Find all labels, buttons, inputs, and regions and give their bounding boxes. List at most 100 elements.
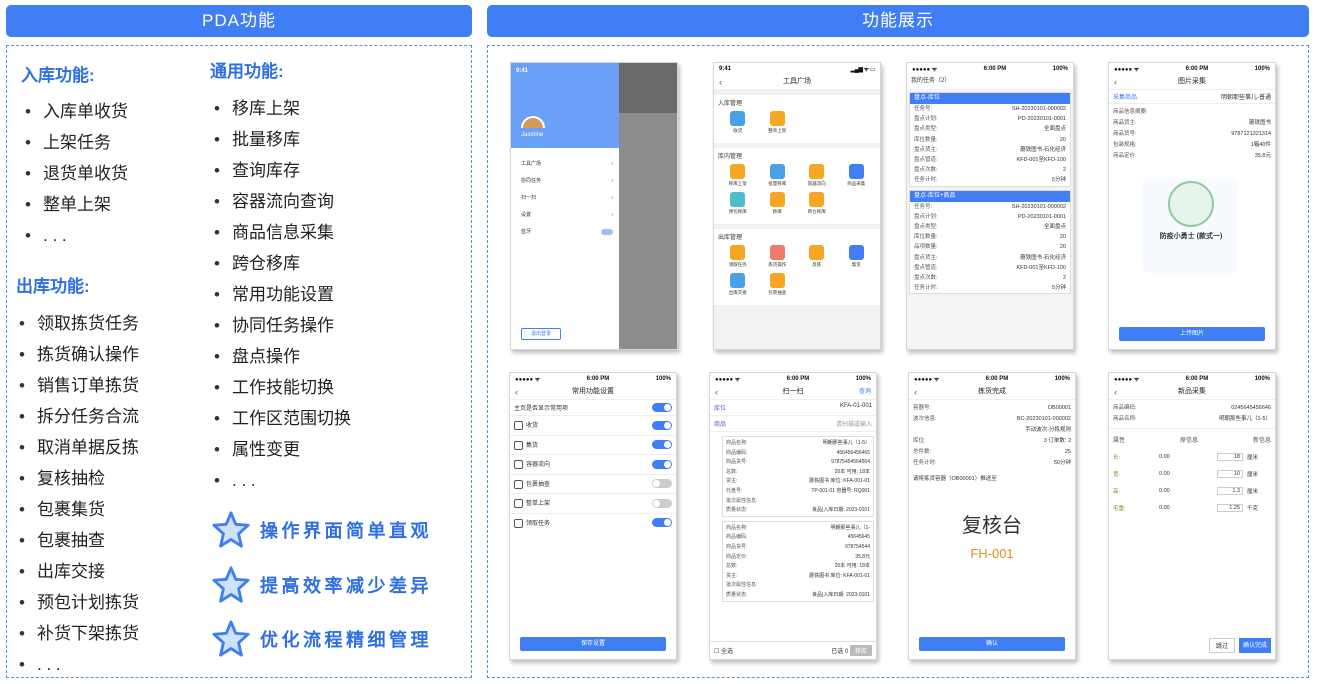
back-icon[interactable]: ‹ bbox=[1114, 384, 1117, 400]
goods-field[interactable]: 商品 请扫描或输入 bbox=[710, 416, 876, 432]
field-label: 品项数量: bbox=[914, 244, 938, 251]
field-value: SH-20230101-000002 bbox=[1011, 106, 1066, 112]
feature-item: 盘点操作 bbox=[210, 341, 351, 372]
feature-item: . . . bbox=[15, 649, 139, 680]
location-field[interactable]: 库位 KFA-01-001 bbox=[710, 400, 876, 416]
attr-new[interactable]: 1.25 bbox=[1217, 503, 1243, 512]
menu-item[interactable]: 协同任务 › bbox=[511, 173, 619, 190]
task-card-header: 盘点-库位 bbox=[910, 93, 1070, 104]
query-link[interactable]: 查询 bbox=[859, 384, 871, 400]
field-value: KFD-001至KFD-100 bbox=[1016, 157, 1066, 164]
capture-tab[interactable]: 采集商品 明朝那些事儿-普通 bbox=[1109, 90, 1275, 104]
menu-item[interactable]: 扫一扫 › bbox=[511, 190, 619, 207]
item-field: 商品货号: 97875454564564 bbox=[723, 458, 873, 468]
page-title: 我的任务（2） bbox=[911, 78, 951, 84]
toggle[interactable] bbox=[652, 440, 672, 450]
settings-item: 包裹抽查 bbox=[510, 473, 676, 494]
settings-item: 领取任务 bbox=[510, 512, 676, 533]
info-field: 波次信息: BC-20230101-000002 bbox=[909, 414, 1075, 425]
back-icon[interactable]: ‹ bbox=[715, 384, 718, 400]
attr-new[interactable]: 18 bbox=[1217, 452, 1243, 461]
back-icon[interactable]: ‹ bbox=[914, 384, 917, 400]
field-value: 2 bbox=[1062, 167, 1066, 174]
attr-new[interactable]: 10 bbox=[1217, 469, 1243, 478]
menu-item[interactable]: 设置 › bbox=[511, 207, 619, 224]
attr-new[interactable]: 1.3 bbox=[1217, 486, 1243, 495]
toggle[interactable] bbox=[652, 518, 672, 528]
tool-item[interactable]: 商品采集 bbox=[837, 164, 877, 187]
item-field: 商品名称: 明朝那些事儿（1-5） bbox=[723, 439, 873, 449]
select-all-checkbox[interactable]: ☐ 全选 bbox=[714, 646, 733, 655]
field-value: 20本 可用: 18本 bbox=[834, 468, 870, 475]
toggle[interactable] bbox=[652, 498, 672, 508]
back-icon[interactable]: ‹ bbox=[515, 384, 518, 400]
upload-button[interactable]: 上传图片 bbox=[1119, 327, 1265, 341]
task-card[interactable]: 盘点-库位+商品 任务号: SH-20230101-000002 盘点计划: PD-20… bbox=[909, 189, 1071, 295]
confirm-button[interactable]: 确认 bbox=[919, 637, 1065, 651]
item-field: 托盘号: TP-001-01 容器号: RQ001 bbox=[723, 487, 873, 497]
tool-item[interactable]: 容器流向 bbox=[797, 164, 837, 187]
tool-item[interactable]: 集货 bbox=[837, 245, 877, 268]
tool-item[interactable]: 拣货操作 bbox=[758, 245, 798, 268]
tool-item[interactable]: 包裹抽查 bbox=[758, 273, 798, 296]
tool-label: 整单上架 bbox=[768, 128, 787, 133]
toggle[interactable] bbox=[601, 229, 613, 235]
tool-item[interactable]: 整单上架 bbox=[758, 111, 798, 134]
badge-caption: 防疫小勇士 (款式一) bbox=[1159, 233, 1223, 240]
item-icon bbox=[514, 460, 523, 470]
tool-item[interactable]: 移库 bbox=[758, 192, 798, 215]
task-field: 盘点计划: PD-20230101-0001 bbox=[910, 212, 1070, 222]
tool-item[interactable]: 反拣 bbox=[797, 245, 837, 268]
settings-item-label: 集货 bbox=[514, 440, 538, 450]
field-value: 5分钟 bbox=[1051, 285, 1066, 292]
done-button[interactable]: 确认完成 bbox=[1238, 638, 1271, 653]
tool-item[interactable]: 跨仓移库 bbox=[797, 192, 837, 215]
logout-button[interactable]: 退出登录 bbox=[521, 328, 561, 340]
menu-item[interactable]: 蓝牙 bbox=[511, 224, 619, 241]
settings-item-label: 领取任务 bbox=[514, 518, 550, 528]
skip-button[interactable]: 跳过 bbox=[1208, 638, 1235, 653]
field-label: 任务号: bbox=[914, 106, 933, 112]
back-icon[interactable]: ‹ bbox=[1114, 74, 1117, 90]
main-toggle[interactable] bbox=[652, 403, 672, 412]
menu-item[interactable]: 工具广场 › bbox=[511, 156, 619, 173]
toggle[interactable] bbox=[652, 420, 672, 430]
toggle[interactable] bbox=[652, 459, 672, 469]
drawer-menu: 工具广场 › 协同任务 › 扫一扫 › 设置 › 蓝牙 bbox=[511, 148, 619, 241]
tool-item[interactable]: 出库交接 bbox=[718, 273, 758, 296]
tool-icon bbox=[769, 164, 785, 179]
chevron-right-icon: › bbox=[611, 178, 613, 184]
feature-text: 优化流程精细管理 bbox=[260, 630, 432, 650]
move-button[interactable]: 移库 bbox=[849, 645, 872, 656]
tool-item[interactable]: 收货 bbox=[718, 111, 758, 134]
task-card[interactable]: 盘点-库位 任务号: SH-20230101-000002 盘点计划: PD-20230… bbox=[909, 92, 1071, 187]
outbound-title: 出库功能: bbox=[16, 277, 90, 296]
goods-info: 商品信息摘要: 商品货主: 蘑铁图书 商品货号: 9787121321314 包装规格: 1… bbox=[1109, 104, 1275, 162]
scan-item[interactable]: 商品名称: 明朝那些事儿（1- 商品编码: 45645645 商品货号: 97875454… bbox=[722, 520, 874, 602]
attr-unit: 千克 bbox=[1247, 505, 1259, 512]
info-field: 商品货主: 蘑铁图书 bbox=[1109, 118, 1275, 129]
tool-label: 商品采集 bbox=[847, 181, 866, 186]
field-label: 盘点货主: bbox=[914, 254, 938, 261]
back-icon[interactable]: ‹ bbox=[719, 74, 722, 90]
tool-item[interactable]: 批量移库 bbox=[758, 164, 798, 187]
settings-item-text: 包裹抽查 bbox=[526, 481, 551, 488]
field-value: SH-20230101-000002 bbox=[1011, 203, 1066, 210]
attr-unit: 厘米 bbox=[1247, 454, 1259, 461]
save-settings-button[interactable]: 保存设置 bbox=[520, 637, 666, 651]
tool-item[interactable]: 领取任务 bbox=[718, 245, 758, 268]
settings-item-text: 整单上架 bbox=[526, 501, 551, 508]
field-value: PD-20230101-0001 bbox=[1017, 213, 1066, 220]
tool-section: 入库管理 收货 整单上架 bbox=[714, 95, 880, 143]
tool-item[interactable]: 预包移库 bbox=[718, 192, 758, 215]
item-field: 批次属性信息: bbox=[723, 497, 873, 507]
field-label: 商品货号: bbox=[726, 459, 748, 466]
toggle[interactable] bbox=[652, 479, 672, 489]
tool-section: 出库管理 领取任务 拣货操作 反拣 集货 出库交接 包裹抽查 bbox=[714, 229, 880, 305]
tool-item[interactable]: 移库上架 bbox=[718, 164, 758, 187]
item-field: 商品编码: 45645645 bbox=[723, 533, 873, 543]
field-label: 商品信息摘要: bbox=[1113, 109, 1148, 115]
scan-item[interactable]: 商品名称: 明朝那些事儿（1-5） 商品编码: 456456456465 商品货号: 97… bbox=[722, 436, 874, 517]
task-field: 盘点货主: 蘑铁图书-石化经济 bbox=[910, 145, 1070, 155]
attr-unit: 厘米 bbox=[1247, 471, 1259, 478]
